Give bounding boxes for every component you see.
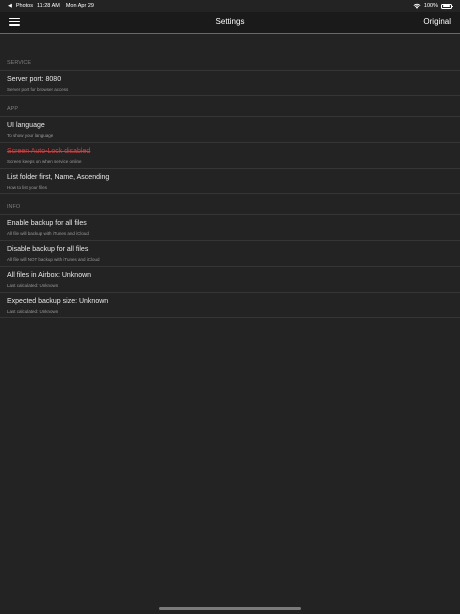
row-expected-backup-size[interactable]: Expected backup size: Unknown Last calcu… <box>0 292 460 318</box>
row-subtitle: Last calculated: Unknown <box>7 283 59 288</box>
row-title: List folder first, Name, Ascending <box>7 174 110 181</box>
row-screen-auto-lock[interactable]: Screen Auto-Lock disabled Screen keeps o… <box>0 142 460 168</box>
settings-list: SERVICE Server port: 8080 Server port fo… <box>0 34 460 318</box>
section-header-info: INFO <box>7 204 21 210</box>
row-list-folder-order[interactable]: List folder first, Name, Ascending How t… <box>0 168 460 194</box>
section-header-service: SERVICE <box>7 60 32 66</box>
battery-nub <box>452 5 453 8</box>
row-subtitle: To show your language <box>7 133 54 138</box>
row-subtitle: Screen keeps on when service online <box>7 159 82 164</box>
battery-percent: 100% <box>423 3 438 9</box>
row-subtitle: All file will NOT backup with iTunes and… <box>7 257 100 262</box>
row-disable-backup[interactable]: Disable backup for all files All file wi… <box>0 240 460 266</box>
status-time: 11:28 AM <box>36 3 60 9</box>
back-arrow-icon[interactable]: ◀ <box>8 3 12 9</box>
row-title: UI language <box>7 122 45 129</box>
row-enable-backup[interactable]: Enable backup for all files All file wil… <box>0 214 460 240</box>
original-button[interactable]: Original <box>423 17 451 26</box>
row-subtitle: Server port for browser access <box>7 87 69 92</box>
row-title: Server port: 8080 <box>7 76 62 83</box>
row-title: Disable backup for all files <box>7 246 89 253</box>
row-title: All files in Airbox: Unknown <box>7 272 92 279</box>
status-right: 100% <box>413 3 453 9</box>
home-indicator[interactable] <box>159 607 301 610</box>
row-server-port[interactable]: Server port: 8080 Server port for browse… <box>0 70 460 96</box>
status-left: ◀ Photos 11:28 AM Mon Apr 29 <box>8 3 94 9</box>
row-files-in-airbox[interactable]: All files in Airbox: Unknown Last calcul… <box>0 266 460 292</box>
status-bar: ◀ Photos 11:28 AM Mon Apr 29 100% <box>0 0 460 12</box>
row-subtitle: How to list your files <box>7 185 48 190</box>
row-ui-language[interactable]: UI language To show your language <box>0 116 460 142</box>
status-date: Mon Apr 29 <box>65 3 94 9</box>
battery-icon <box>441 3 453 9</box>
row-subtitle: All file will backup with iTunes and iCl… <box>7 231 89 236</box>
wifi-icon <box>413 3 421 9</box>
battery-fill <box>442 5 451 7</box>
row-subtitle: Last calculated: Unknown <box>7 309 59 314</box>
navigation-bar: Settings Original <box>0 12 460 34</box>
row-title: Enable backup for all files <box>7 220 87 227</box>
row-title: Screen Auto-Lock disabled <box>7 148 91 155</box>
row-title: Expected backup size: Unknown <box>7 298 109 305</box>
section-header-app: APP <box>7 106 19 112</box>
back-app-label[interactable]: Photos <box>16 3 33 9</box>
page-title: Settings <box>215 17 245 26</box>
